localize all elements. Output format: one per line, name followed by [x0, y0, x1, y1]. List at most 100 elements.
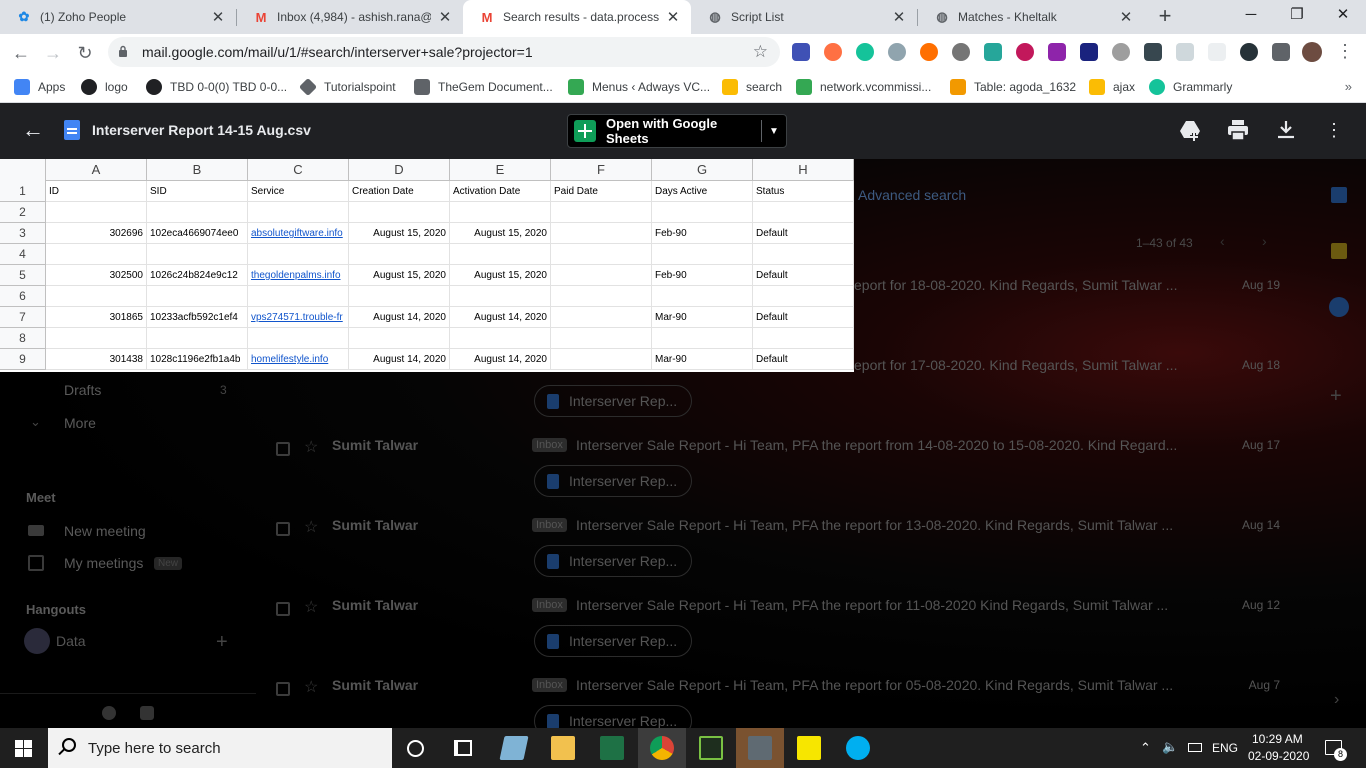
select-checkbox[interactable] [276, 682, 290, 696]
extension-icon[interactable] [1016, 43, 1034, 61]
sticky-notes-icon[interactable] [797, 736, 821, 760]
hangouts-user-name[interactable]: Data [56, 633, 86, 649]
close-tab-icon[interactable]: ✕ [210, 8, 226, 26]
excel-icon[interactable] [600, 736, 624, 760]
list-item[interactable]: ☆ Sumit Talwar Inbox Interserver Sale Re… [258, 669, 1298, 728]
extension-icon[interactable] [952, 43, 970, 61]
close-tab-icon[interactable]: ✕ [437, 8, 453, 26]
restore-button[interactable]: ❐ [1274, 0, 1320, 32]
my-meetings-link[interactable]: My meetings [64, 555, 143, 571]
select-checkbox[interactable] [276, 602, 290, 616]
extension-icon[interactable] [1240, 43, 1258, 61]
bookmark-logo[interactable]: logo [81, 77, 128, 97]
extension-icon[interactable] [888, 43, 906, 61]
service-link-cell[interactable]: vps274571.trouble-fr [248, 307, 349, 328]
address-bar[interactable]: mail.google.com/mail/u/1/#search/interse… [108, 37, 780, 67]
star-icon[interactable]: ☆ [304, 517, 318, 537]
extension-icon[interactable] [1080, 43, 1098, 61]
attachment-chip[interactable]: Interserver Rep... [534, 385, 692, 417]
language-indicator[interactable]: ENG [1212, 741, 1238, 755]
bookmark-table-agoda[interactable]: Table: agoda_1632 [950, 77, 1076, 97]
more-options-icon[interactable]: ⋮ [1321, 117, 1347, 143]
new-meeting-link[interactable]: New meeting [64, 523, 146, 539]
add-hangout-icon[interactable]: + [216, 631, 228, 654]
attachment-chip[interactable]: Interserver Rep... [534, 465, 692, 497]
taskbar-search-box[interactable]: Type here to search [48, 728, 392, 768]
file-explorer-icon[interactable] [551, 736, 575, 760]
bookmark-thegem[interactable]: TheGem Document... [414, 77, 553, 97]
advanced-search-link[interactable]: Advanced search [858, 187, 966, 203]
cortana-icon[interactable] [407, 740, 424, 757]
minimize-button[interactable]: ─ [1228, 0, 1274, 32]
service-link-cell[interactable]: thegoldenpalms.info [248, 265, 349, 286]
hangouts-avatar[interactable] [24, 628, 50, 654]
attachment-chip[interactable]: Interserver Rep... [534, 705, 692, 728]
close-tab-icon[interactable]: ✕ [665, 8, 681, 26]
grammarly-extension-icon[interactable] [856, 43, 874, 61]
list-item[interactable]: ☆ Sumit Talwar Inbox Interserver Sale Re… [258, 589, 1298, 669]
dropdown-caret-icon[interactable]: ▼ [762, 126, 786, 137]
select-checkbox[interactable] [276, 522, 290, 536]
bookmark-ajax[interactable]: ajax [1089, 77, 1135, 97]
next-page-icon[interactable]: › [1262, 233, 1267, 249]
close-tab-icon[interactable]: ✕ [1118, 8, 1134, 26]
star-icon[interactable]: ☆ [304, 437, 318, 457]
tab-script-list[interactable]: ◍ Script List ✕ [691, 0, 917, 34]
print-icon[interactable] [1225, 117, 1251, 143]
clock-time[interactable]: 10:29 AM [1252, 732, 1303, 746]
tab-matches-kheltalk[interactable]: ◍ Matches - Kheltalk ✕ [918, 0, 1144, 34]
new-tab-button[interactable]: + [1152, 4, 1178, 30]
star-icon[interactable]: ☆ [304, 677, 318, 697]
close-window-button[interactable]: ✕ [1320, 0, 1366, 32]
open-with-google-sheets-button[interactable]: Open with Google Sheets ▼ [567, 114, 787, 148]
back-button[interactable]: ← [8, 40, 34, 66]
attachment-chip[interactable]: Interserver Rep... [534, 545, 692, 577]
service-link-cell[interactable]: absolutegiftware.info [248, 223, 349, 244]
profile-avatar[interactable] [1302, 42, 1322, 62]
extension-icon[interactable] [1176, 43, 1194, 61]
chat-icon[interactable] [140, 706, 154, 720]
forward-button[interactable]: → [40, 40, 66, 66]
chrome-icon[interactable] [650, 736, 674, 760]
reload-button[interactable]: ↻ [72, 40, 98, 66]
list-item[interactable]: ☆ Sumit Talwar Inbox Interserver Sale Re… [258, 429, 1298, 509]
select-checkbox[interactable] [276, 442, 290, 456]
expand-panel-icon[interactable]: › [1334, 691, 1339, 709]
person-icon[interactable] [102, 706, 116, 720]
list-item[interactable]: ☆ Sumit Talwar Inbox Interserver Sale Re… [258, 509, 1298, 589]
bookmark-search[interactable]: search [722, 77, 782, 97]
dreamweaver-icon[interactable] [699, 736, 723, 760]
keep-icon[interactable] [1331, 243, 1347, 259]
more-bookmarks-icon[interactable]: » [1345, 79, 1352, 94]
add-addon-icon[interactable]: + [1330, 385, 1342, 408]
windows-start-icon[interactable] [15, 740, 32, 757]
prev-page-icon[interactable]: ‹ [1220, 233, 1225, 249]
extensions-puzzle-icon[interactable] [1272, 43, 1290, 61]
bookmark-tutorialspoint[interactable]: Tutorialspoint [298, 77, 396, 97]
tasks-icon[interactable] [1329, 297, 1349, 317]
tab-inbox[interactable]: M Inbox (4,984) - ashish.rana@vc ✕ [237, 0, 463, 34]
attachment-chip[interactable]: Interserver Rep... [534, 625, 692, 657]
chrome-menu-icon[interactable]: ⋮ [1336, 41, 1354, 61]
extension-icon[interactable] [1144, 43, 1162, 61]
volume-icon[interactable]: 🔈 [1162, 739, 1178, 755]
extension-icon[interactable] [792, 43, 810, 61]
extension-icon[interactable] [984, 43, 1002, 61]
download-icon[interactable] [1273, 117, 1299, 143]
close-tab-icon[interactable]: ✕ [891, 8, 907, 26]
battery-icon[interactable] [1188, 743, 1202, 752]
extension-icon[interactable] [1048, 43, 1066, 61]
service-link-cell[interactable]: homelifestyle.info [248, 349, 349, 370]
calendar-icon[interactable] [1331, 187, 1347, 203]
network-app-icon[interactable] [748, 736, 772, 760]
bookmark-grammarly[interactable]: Grammarly [1149, 77, 1232, 97]
task-view-icon[interactable] [454, 740, 472, 756]
bookmark-apps[interactable]: Apps [14, 77, 65, 97]
bookmark-network[interactable]: network.vcommissi... [796, 77, 931, 97]
skype-icon[interactable] [846, 736, 870, 760]
tab-zoho-people[interactable]: ✿ (1) Zoho People ✕ [0, 0, 236, 34]
sticky-app-icon[interactable] [499, 736, 529, 760]
bookmark-tbd[interactable]: TBD 0-0(0) TBD 0-0... [146, 77, 287, 97]
extension-icon[interactable] [824, 43, 842, 61]
back-arrow-icon[interactable]: ← [20, 117, 46, 143]
